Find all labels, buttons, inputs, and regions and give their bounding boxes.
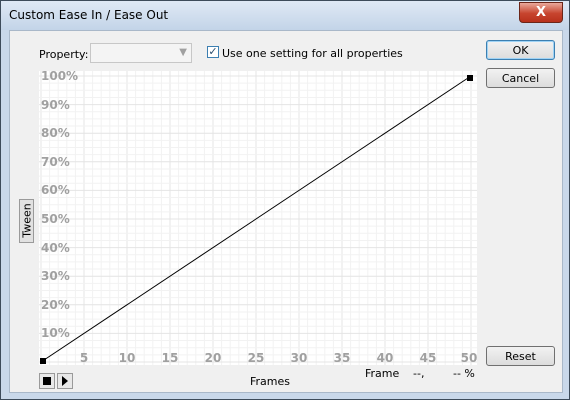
cancel-button[interactable]: Cancel (486, 68, 555, 88)
y-tick-label: 40% (41, 240, 70, 255)
use-one-setting-label[interactable]: Use one setting for all properties (222, 47, 403, 60)
dialog-body: Property: ▼ ✓ Use one setting for all pr… (9, 30, 563, 393)
percent-readout-value: -- % (453, 367, 475, 380)
frame-readout-label: Frame (365, 367, 400, 380)
frame-readout-value: --, (413, 367, 425, 380)
ease-graph[interactable]: 100% 90% 80% 70% 60% 50% 40% 30% 20% 10% 5 10 15 20 2… (39, 69, 477, 365)
close-button[interactable]: X (519, 2, 563, 23)
use-one-setting-checkbox[interactable]: ✓ (207, 46, 219, 58)
chevron-down-icon: ▼ (179, 47, 187, 58)
y-tick-label: 90% (41, 97, 70, 112)
ok-button[interactable]: OK (486, 40, 555, 60)
tween-axis-tab: Tween (19, 199, 34, 243)
y-tick-label: 50% (41, 212, 70, 226)
play-button[interactable] (57, 373, 73, 389)
start-control-handle[interactable] (40, 358, 46, 364)
checkmark-icon: ✓ (208, 45, 218, 58)
y-tick-label: 20% (41, 297, 70, 312)
y-tick-label: 60% (41, 183, 70, 198)
y-tick-label: 80% (41, 126, 70, 141)
close-icon: X (535, 5, 547, 20)
stop-button[interactable] (39, 373, 55, 389)
ease-graph-canvas[interactable] (39, 71, 477, 365)
x-tick-label: 20 (204, 351, 222, 365)
tween-axis-label: Tween (20, 203, 34, 238)
y-tick-label: 100% (41, 69, 79, 83)
property-dropdown[interactable]: ▼ (90, 43, 192, 63)
x-tick-label: 5 (79, 351, 89, 365)
x-tick-label: 50 (460, 351, 478, 365)
stop-icon (43, 377, 51, 385)
play-icon (62, 376, 68, 386)
y-tick-label: 10% (41, 326, 70, 341)
dialog-window: Custom Ease In / Ease Out X Property: ▼ … (0, 0, 570, 400)
y-tick-label: 30% (41, 269, 70, 284)
title-bar: Custom Ease In / Ease Out X (1, 1, 569, 30)
x-tick-label: 30 (290, 351, 308, 365)
x-tick-label: 25 (247, 351, 265, 365)
x-tick-label: 10 (118, 351, 136, 365)
end-control-handle[interactable] (467, 75, 473, 81)
frames-axis-label: Frames (250, 375, 291, 388)
x-tick-label: 40 (376, 351, 394, 365)
window-title: Custom Ease In / Ease Out (9, 8, 169, 22)
reset-button[interactable]: Reset (486, 346, 555, 366)
x-tick-label: 35 (333, 351, 351, 365)
property-label: Property: (39, 48, 89, 61)
x-tick-label: 15 (161, 351, 179, 365)
y-tick-label: 70% (41, 154, 70, 169)
x-tick-label: 45 (419, 351, 437, 365)
